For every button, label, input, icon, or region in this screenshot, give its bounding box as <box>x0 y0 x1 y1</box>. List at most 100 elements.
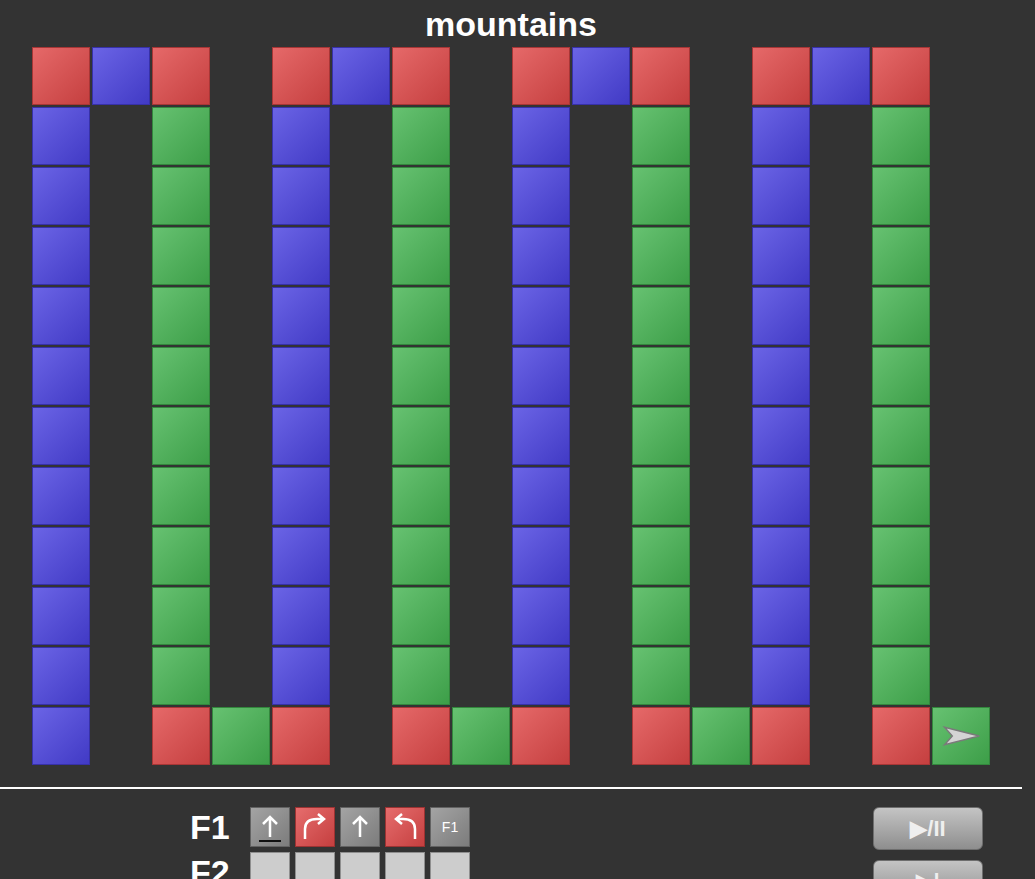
board-cell <box>632 467 690 525</box>
empty-cell <box>812 707 870 765</box>
empty-cell <box>92 707 150 765</box>
control-button[interactable]: ▶| <box>873 860 983 879</box>
board-cell <box>632 287 690 345</box>
board-cell <box>752 407 810 465</box>
empty-cell <box>812 227 870 285</box>
empty-cell <box>692 527 750 585</box>
empty-cell <box>692 167 750 225</box>
empty-cell <box>92 527 150 585</box>
board-cell <box>32 347 90 405</box>
empty-cell <box>332 407 390 465</box>
board-cell <box>572 47 630 105</box>
board-cell <box>872 467 930 525</box>
empty-cell <box>452 467 510 525</box>
board-cell <box>632 707 690 765</box>
board-cell <box>152 227 210 285</box>
board-cell <box>512 287 570 345</box>
board-cell <box>32 467 90 525</box>
program-slot[interactable] <box>385 852 425 879</box>
empty-cell <box>692 647 750 705</box>
board-cell <box>632 227 690 285</box>
board-cell <box>512 587 570 645</box>
board-cell <box>812 47 870 105</box>
empty-cell <box>92 407 150 465</box>
turn-right-icon <box>295 807 335 847</box>
empty-cell <box>212 527 270 585</box>
board-cell <box>512 647 570 705</box>
board-cell <box>392 347 450 405</box>
empty-cell <box>572 647 630 705</box>
program-slot[interactable] <box>385 807 425 847</box>
empty-cell <box>212 287 270 345</box>
empty-cell <box>452 167 510 225</box>
forward-icon <box>340 807 380 847</box>
empty-cell <box>332 167 390 225</box>
board-cell <box>392 467 450 525</box>
empty-cell <box>332 227 390 285</box>
empty-cell <box>572 587 630 645</box>
board-cell <box>152 647 210 705</box>
program-slot[interactable] <box>430 852 470 879</box>
empty-cell <box>932 227 990 285</box>
empty-cell <box>332 647 390 705</box>
empty-cell <box>932 347 990 405</box>
empty-cell <box>92 467 150 525</box>
empty-cell <box>572 347 630 405</box>
empty-cell <box>812 347 870 405</box>
board-cell <box>512 467 570 525</box>
empty-cell <box>212 47 270 105</box>
board-cell <box>632 167 690 225</box>
board-cell <box>632 347 690 405</box>
function-row: F2 <box>190 852 470 879</box>
board-cell <box>752 107 810 165</box>
board-cell <box>632 107 690 165</box>
board-cell <box>272 107 330 165</box>
empty-cell <box>812 587 870 645</box>
program-slot[interactable] <box>340 807 380 847</box>
board-cell <box>752 527 810 585</box>
empty-cell <box>572 167 630 225</box>
level-title: mountains <box>0 0 990 47</box>
board-cell <box>512 227 570 285</box>
board-cell <box>152 287 210 345</box>
empty-cell <box>452 647 510 705</box>
board <box>32 47 990 765</box>
board-cell <box>392 107 450 165</box>
program-panel: F1F1F2 <box>190 807 470 879</box>
board-cell <box>32 287 90 345</box>
program-slot[interactable] <box>250 807 290 847</box>
board-cell <box>632 527 690 585</box>
board-cell <box>752 347 810 405</box>
empty-cell <box>92 107 150 165</box>
program-slot[interactable] <box>295 852 335 879</box>
empty-cell <box>332 707 390 765</box>
empty-cell <box>212 407 270 465</box>
empty-cell <box>212 227 270 285</box>
empty-cell <box>812 407 870 465</box>
board-cell <box>272 707 330 765</box>
program-slot[interactable] <box>340 852 380 879</box>
empty-cell <box>92 647 150 705</box>
empty-cell <box>932 47 990 105</box>
board-cell <box>392 47 450 105</box>
board-cell <box>872 587 930 645</box>
board-cell <box>32 167 90 225</box>
board-cell <box>32 587 90 645</box>
board-cell <box>872 47 930 105</box>
board-cell <box>752 167 810 225</box>
program-slot[interactable] <box>250 852 290 879</box>
board-cell <box>392 707 450 765</box>
empty-cell <box>572 107 630 165</box>
empty-cell <box>332 587 390 645</box>
control-button[interactable]: ▶/II <box>873 807 983 850</box>
empty-cell <box>812 527 870 585</box>
board-cell <box>152 587 210 645</box>
board-cell <box>632 47 690 105</box>
board-cell <box>872 107 930 165</box>
program-slot[interactable]: F1 <box>430 807 470 847</box>
program-slot[interactable] <box>295 807 335 847</box>
board-cell <box>872 227 930 285</box>
empty-cell <box>812 467 870 525</box>
empty-cell <box>692 407 750 465</box>
board-cell <box>872 347 930 405</box>
